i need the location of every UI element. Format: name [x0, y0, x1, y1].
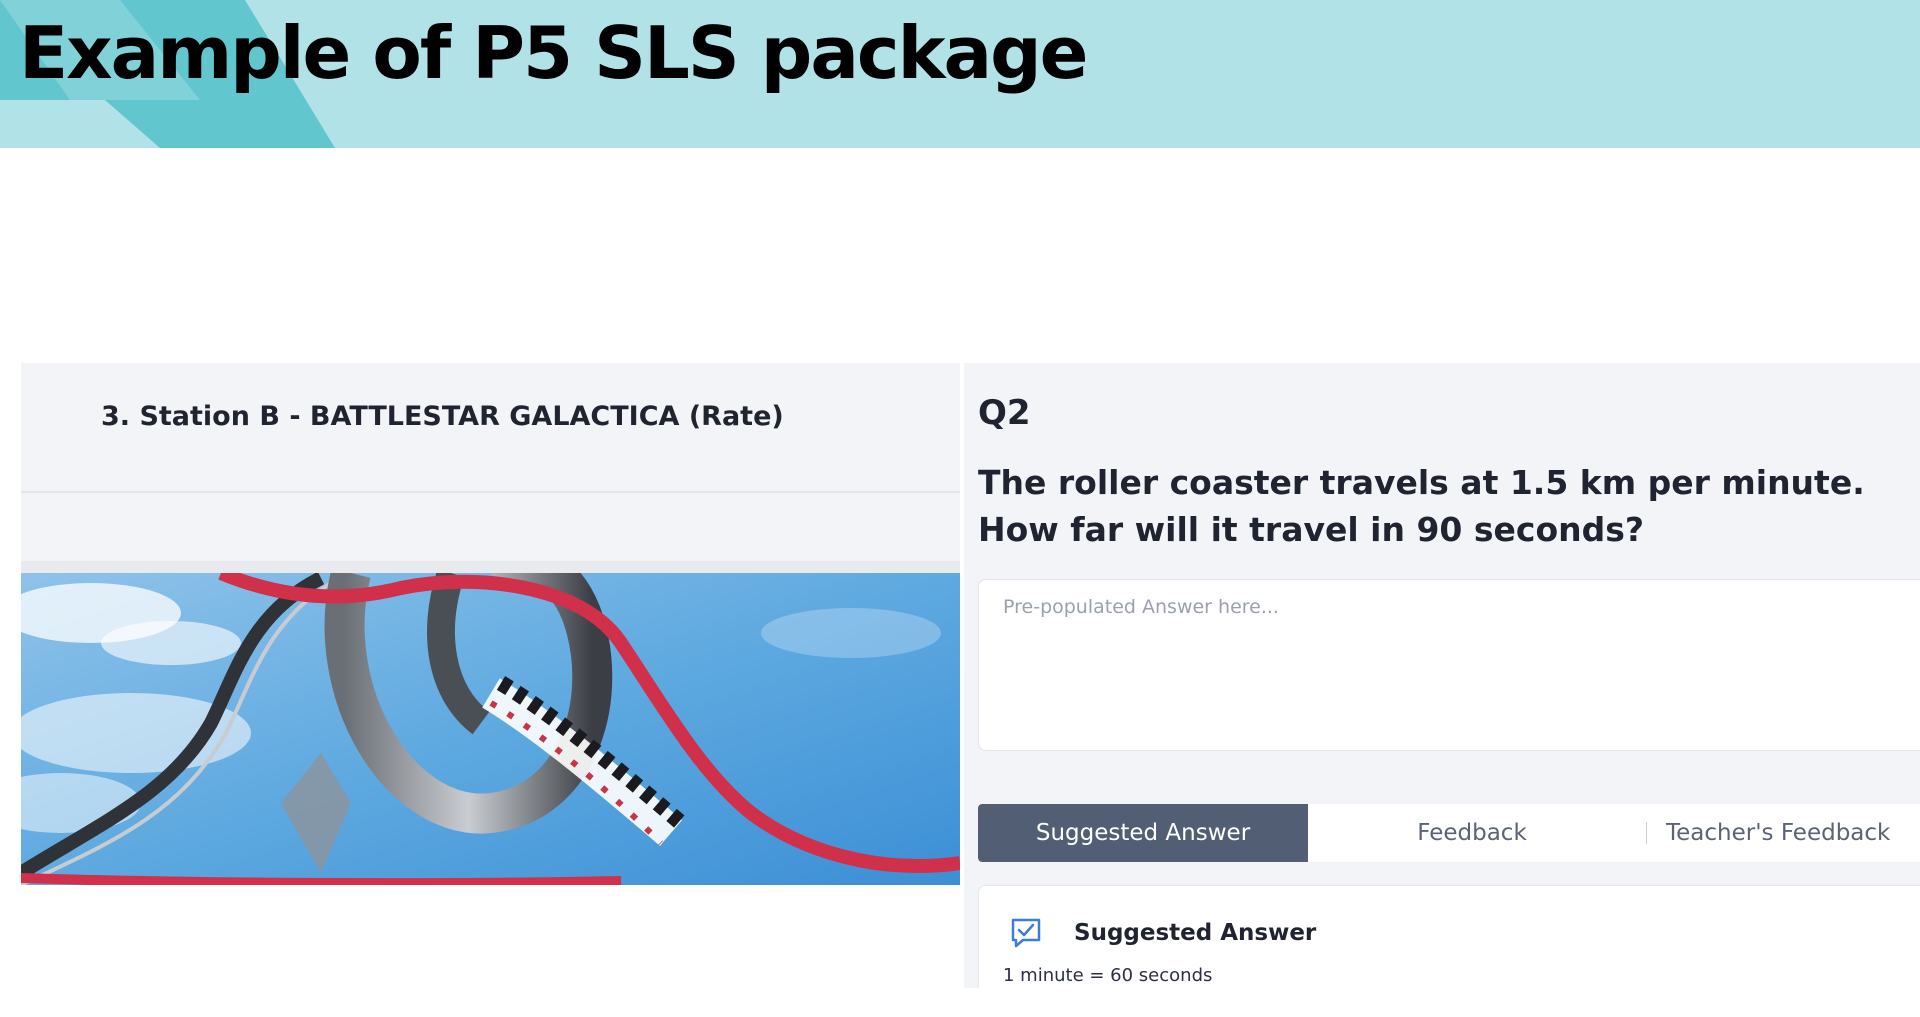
station-subbar — [21, 493, 960, 561]
suggested-answer-heading: Suggested Answer — [1074, 920, 1317, 946]
question-text: The roller coaster travels at 1.5 km per… — [978, 459, 1908, 553]
slide-header-band: Example of P5 SLS package — [0, 0, 1920, 148]
question-line: How far will it travel in 90 seconds? — [978, 510, 1645, 549]
image-frame-top — [21, 561, 960, 573]
tab-suggested-answer[interactable]: Suggested Answer — [978, 804, 1308, 862]
question-line: The roller coaster travels at 1.5 km per… — [978, 463, 1865, 502]
answer-tabs: Suggested Answer Feedback Teacher's Feed… — [978, 804, 1920, 862]
tab-teachers-feedback[interactable]: Teacher's Feedback — [1646, 804, 1920, 862]
chat-check-icon — [1009, 916, 1043, 950]
station-header: 3. Station B - BATTLESTAR GALACTICA (Rat… — [21, 363, 960, 493]
station-panel: 3. Station B - BATTLESTAR GALACTICA (Rat… — [21, 363, 960, 885]
station-title: 3. Station B - BATTLESTAR GALACTICA (Rat… — [101, 401, 784, 432]
question-panel: Q2 The roller coaster travels at 1.5 km … — [964, 363, 1920, 988]
question-number: Q2 — [978, 393, 1031, 433]
suggested-answer-card: Suggested Answer 1 minute = 60 seconds — [978, 885, 1920, 988]
slide-title: Example of P5 SLS package — [19, 11, 1088, 95]
suggested-answer-text: 1 minute = 60 seconds — [1003, 965, 1213, 986]
tab-feedback[interactable]: Feedback — [1308, 804, 1636, 862]
answer-input[interactable] — [978, 579, 1920, 751]
roller-coaster-image — [21, 573, 960, 885]
